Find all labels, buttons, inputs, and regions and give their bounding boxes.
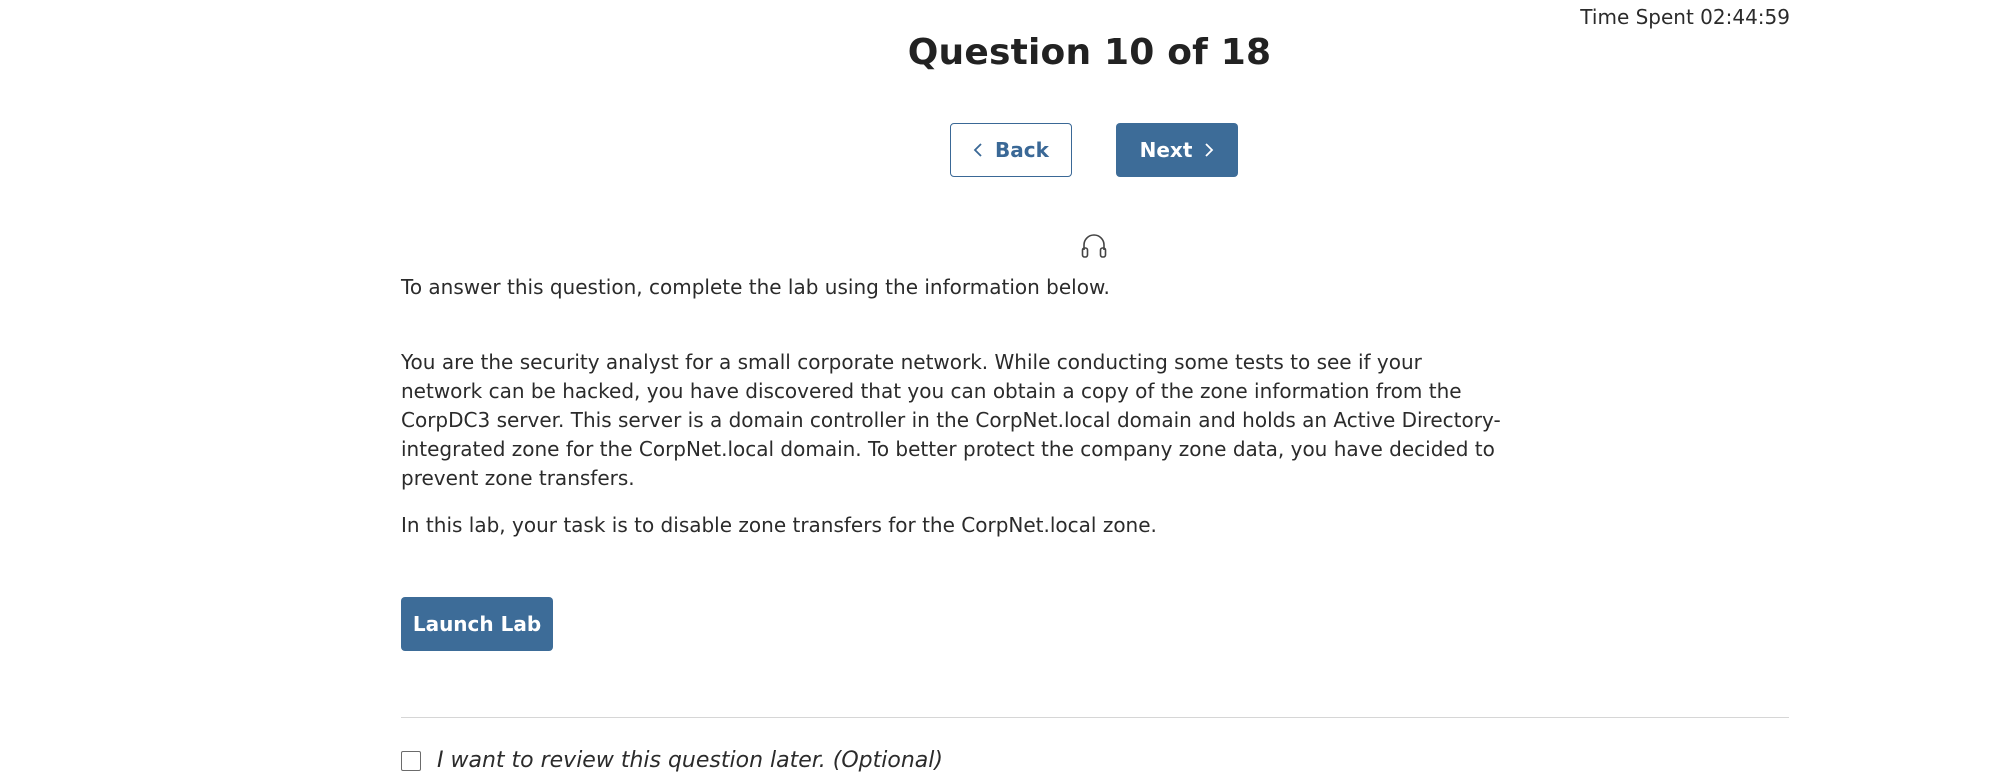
scenario-text: You are the security analyst for a small… <box>401 350 1501 490</box>
back-button[interactable]: Back <box>950 123 1072 177</box>
back-button-label: Back <box>995 138 1049 162</box>
next-button-label: Next <box>1139 138 1193 162</box>
next-button[interactable]: Next <box>1116 123 1238 177</box>
time-spent-label: Time Spent 02:44:59 <box>1580 5 1790 29</box>
review-later-checkbox[interactable] <box>401 750 421 771</box>
launch-lab-button[interactable]: Launch Lab <box>401 597 553 651</box>
page-title: Question 10 of 18 <box>907 32 1272 73</box>
headphones-icon[interactable] <box>1079 230 1109 260</box>
divider <box>401 717 1789 718</box>
question-navigation: Back Next <box>950 123 1238 177</box>
chevron-left-icon <box>973 142 983 158</box>
intro-text: To answer this question, complete the la… <box>401 275 1110 299</box>
task-text: In this lab, your task is to disable zon… <box>401 513 1157 537</box>
question-page: Time Spent 02:44:59 Question 10 of 18 Ba… <box>0 0 2005 773</box>
review-later-label: I want to review this question later. (O… <box>437 748 943 773</box>
question-content: To answer this question, complete the la… <box>401 273 1501 540</box>
chevron-right-icon <box>1204 142 1214 158</box>
review-later-option[interactable]: I want to review this question later. (O… <box>401 748 943 773</box>
